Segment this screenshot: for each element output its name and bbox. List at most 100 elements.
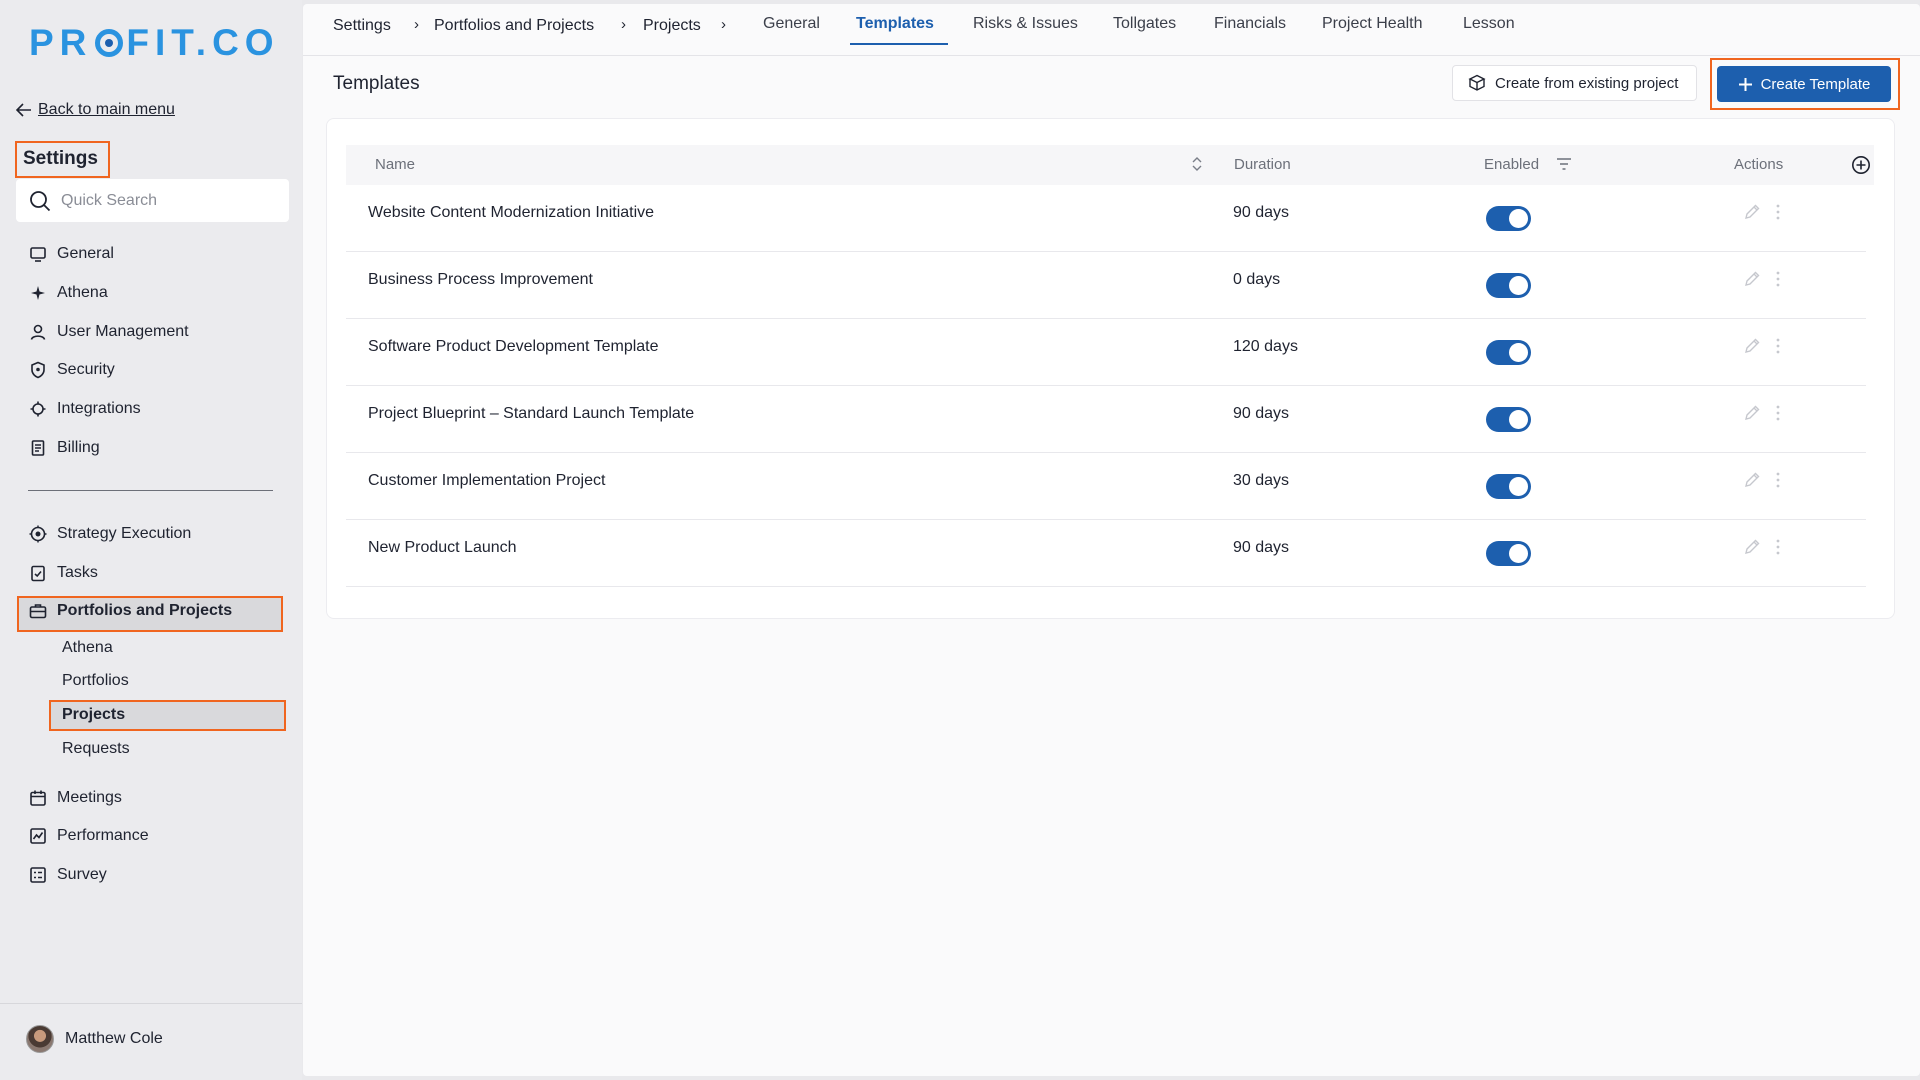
template-name[interactable]: Project Blueprint – Standard Launch Temp…: [368, 405, 694, 423]
sidebar-item-security[interactable]: Security: [29, 358, 115, 382]
table-row[interactable]: Customer Implementation Project 30 days: [346, 453, 1866, 520]
profitco-logo[interactable]: PR FIT.CO: [29, 22, 280, 64]
pencil-icon[interactable]: [1743, 404, 1761, 422]
receipt-icon: [31, 440, 45, 456]
create-template-button[interactable]: Create Template: [1717, 66, 1891, 102]
create-from-existing-project-button[interactable]: Create from existing project: [1452, 65, 1697, 101]
quick-search-box[interactable]: [16, 179, 289, 222]
active-tab-indicator: [850, 43, 948, 45]
quick-search-input[interactable]: [61, 191, 281, 210]
template-duration: 90 days: [1233, 539, 1290, 556]
column-header-actions: Actions: [1734, 156, 1784, 173]
sidebar-item-billing[interactable]: Billing: [29, 436, 100, 460]
pencil-icon[interactable]: [1743, 538, 1761, 556]
back-to-main-menu-link[interactable]: Back to main menu: [16, 101, 175, 119]
tab-templates[interactable]: Templates: [856, 15, 934, 33]
table-row[interactable]: Project Blueprint – Standard Launch Temp…: [346, 386, 1866, 453]
create-from-existing-label: Create from existing project: [1495, 74, 1679, 92]
tab-general[interactable]: General: [763, 15, 820, 33]
more-vertical-icon[interactable]: [1773, 270, 1783, 288]
breadcrumb-projects[interactable]: Projects: [643, 17, 701, 35]
table-row[interactable]: Business Process Improvement 0 days: [346, 252, 1866, 319]
enabled-toggle[interactable]: [1486, 474, 1531, 499]
sidebar: PR FIT.CO Back to main menu Settings Gen…: [0, 0, 302, 1080]
search-icon: [30, 190, 51, 211]
logo-text-left: PR: [29, 22, 93, 63]
enabled-toggle[interactable]: [1486, 340, 1531, 365]
more-vertical-icon[interactable]: [1773, 471, 1783, 489]
sidebar-item-integrations[interactable]: Integrations: [29, 397, 141, 421]
sidebar-item-label: Athena: [57, 284, 108, 301]
template-name[interactable]: Customer Implementation Project: [368, 472, 605, 490]
enabled-toggle[interactable]: [1486, 407, 1531, 432]
sort-icon[interactable]: [1191, 156, 1203, 172]
pencil-icon[interactable]: [1743, 203, 1761, 221]
table-row[interactable]: Software Product Development Template 12…: [346, 319, 1866, 386]
sidebar-item-portfolios-and-projects[interactable]: Portfolios and Projects: [29, 599, 232, 623]
tab-risks-issues[interactable]: Risks & Issues: [973, 15, 1078, 33]
more-vertical-icon[interactable]: [1773, 203, 1783, 221]
sparkle-icon: [31, 286, 45, 300]
sidebar-footer-divider: [0, 1003, 302, 1004]
tab-lesson[interactable]: Lesson: [1463, 15, 1515, 33]
table-row[interactable]: Website Content Modernization Initiative…: [346, 185, 1866, 252]
sidebar-item-performance[interactable]: Performance: [29, 824, 149, 848]
table-row[interactable]: New Product Launch 90 days: [346, 520, 1866, 587]
tab-financials[interactable]: Financials: [1214, 15, 1286, 33]
pencil-icon[interactable]: [1743, 337, 1761, 355]
template-duration: 90 days: [1233, 405, 1290, 422]
tab-project-health[interactable]: Project Health: [1322, 15, 1423, 33]
sidebar-subitem-projects[interactable]: Projects: [62, 706, 125, 724]
sidebar-item-meetings[interactable]: Meetings: [29, 786, 122, 810]
back-link-label: Back to main menu: [38, 101, 175, 118]
sidebar-subitem-portfolios[interactable]: Portfolios: [62, 672, 129, 690]
sidebar-subitem-athena[interactable]: Athena: [62, 639, 113, 657]
target-icon: [29, 525, 47, 543]
sidebar-item-label: User Management: [57, 323, 189, 340]
sidebar-item-label: Performance: [57, 827, 149, 844]
breadcrumb-settings[interactable]: Settings: [333, 17, 391, 35]
more-vertical-icon[interactable]: [1773, 404, 1783, 422]
page-title: Templates: [333, 73, 420, 94]
sidebar-subitem-requests[interactable]: Requests: [62, 740, 130, 758]
settings-title: Settings: [15, 141, 110, 178]
template-name[interactable]: Business Process Improvement: [368, 271, 593, 289]
sidebar-item-label: Integrations: [57, 400, 141, 417]
sidebar-item-general[interactable]: General: [29, 242, 114, 266]
enabled-toggle[interactable]: [1486, 541, 1531, 566]
avatar: [26, 1025, 54, 1053]
shield-icon: [31, 361, 45, 379]
template-name[interactable]: Software Product Development Template: [368, 338, 659, 356]
sidebar-item-label: Strategy Execution: [57, 525, 192, 542]
checklist-icon: [31, 565, 45, 582]
sidebar-item-tasks[interactable]: Tasks: [29, 561, 98, 585]
enabled-toggle[interactable]: [1486, 206, 1531, 231]
user-profile[interactable]: Matthew Cole: [26, 1025, 163, 1053]
more-vertical-icon[interactable]: [1773, 538, 1783, 556]
filter-icon[interactable]: [1556, 157, 1572, 171]
column-header-name[interactable]: Name: [375, 156, 415, 173]
calendar-icon: [30, 790, 46, 806]
logo-o-icon: [95, 29, 124, 57]
create-template-label: Create Template: [1760, 75, 1871, 93]
sidebar-item-survey[interactable]: Survey: [29, 863, 107, 887]
add-column-icon[interactable]: [1851, 155, 1871, 175]
template-name[interactable]: New Product Launch: [368, 539, 517, 557]
tab-tollgates[interactable]: Tollgates: [1113, 15, 1176, 33]
template-duration: 90 days: [1233, 204, 1290, 221]
breadcrumb-separator: ›: [621, 16, 626, 33]
pencil-icon[interactable]: [1743, 471, 1761, 489]
main-panel: Settings › Portfolios and Projects › Pro…: [303, 4, 1920, 1076]
user-name: Matthew Cole: [65, 1030, 163, 1047]
pencil-icon[interactable]: [1743, 270, 1761, 288]
template-name[interactable]: Website Content Modernization Initiative: [368, 204, 654, 222]
breadcrumb-separator: ›: [721, 16, 726, 33]
sidebar-item-strategy-execution[interactable]: Strategy Execution: [29, 522, 191, 546]
sidebar-item-user-management[interactable]: User Management: [29, 320, 189, 344]
sidebar-item-athena[interactable]: Athena: [29, 281, 108, 305]
sidebar-item-label: Portfolios and Projects: [57, 602, 233, 619]
enabled-toggle[interactable]: [1486, 273, 1531, 298]
more-vertical-icon[interactable]: [1773, 337, 1783, 355]
template-duration: 0 days: [1233, 271, 1281, 288]
breadcrumb-portfolios-and-projects[interactable]: Portfolios and Projects: [434, 17, 594, 35]
